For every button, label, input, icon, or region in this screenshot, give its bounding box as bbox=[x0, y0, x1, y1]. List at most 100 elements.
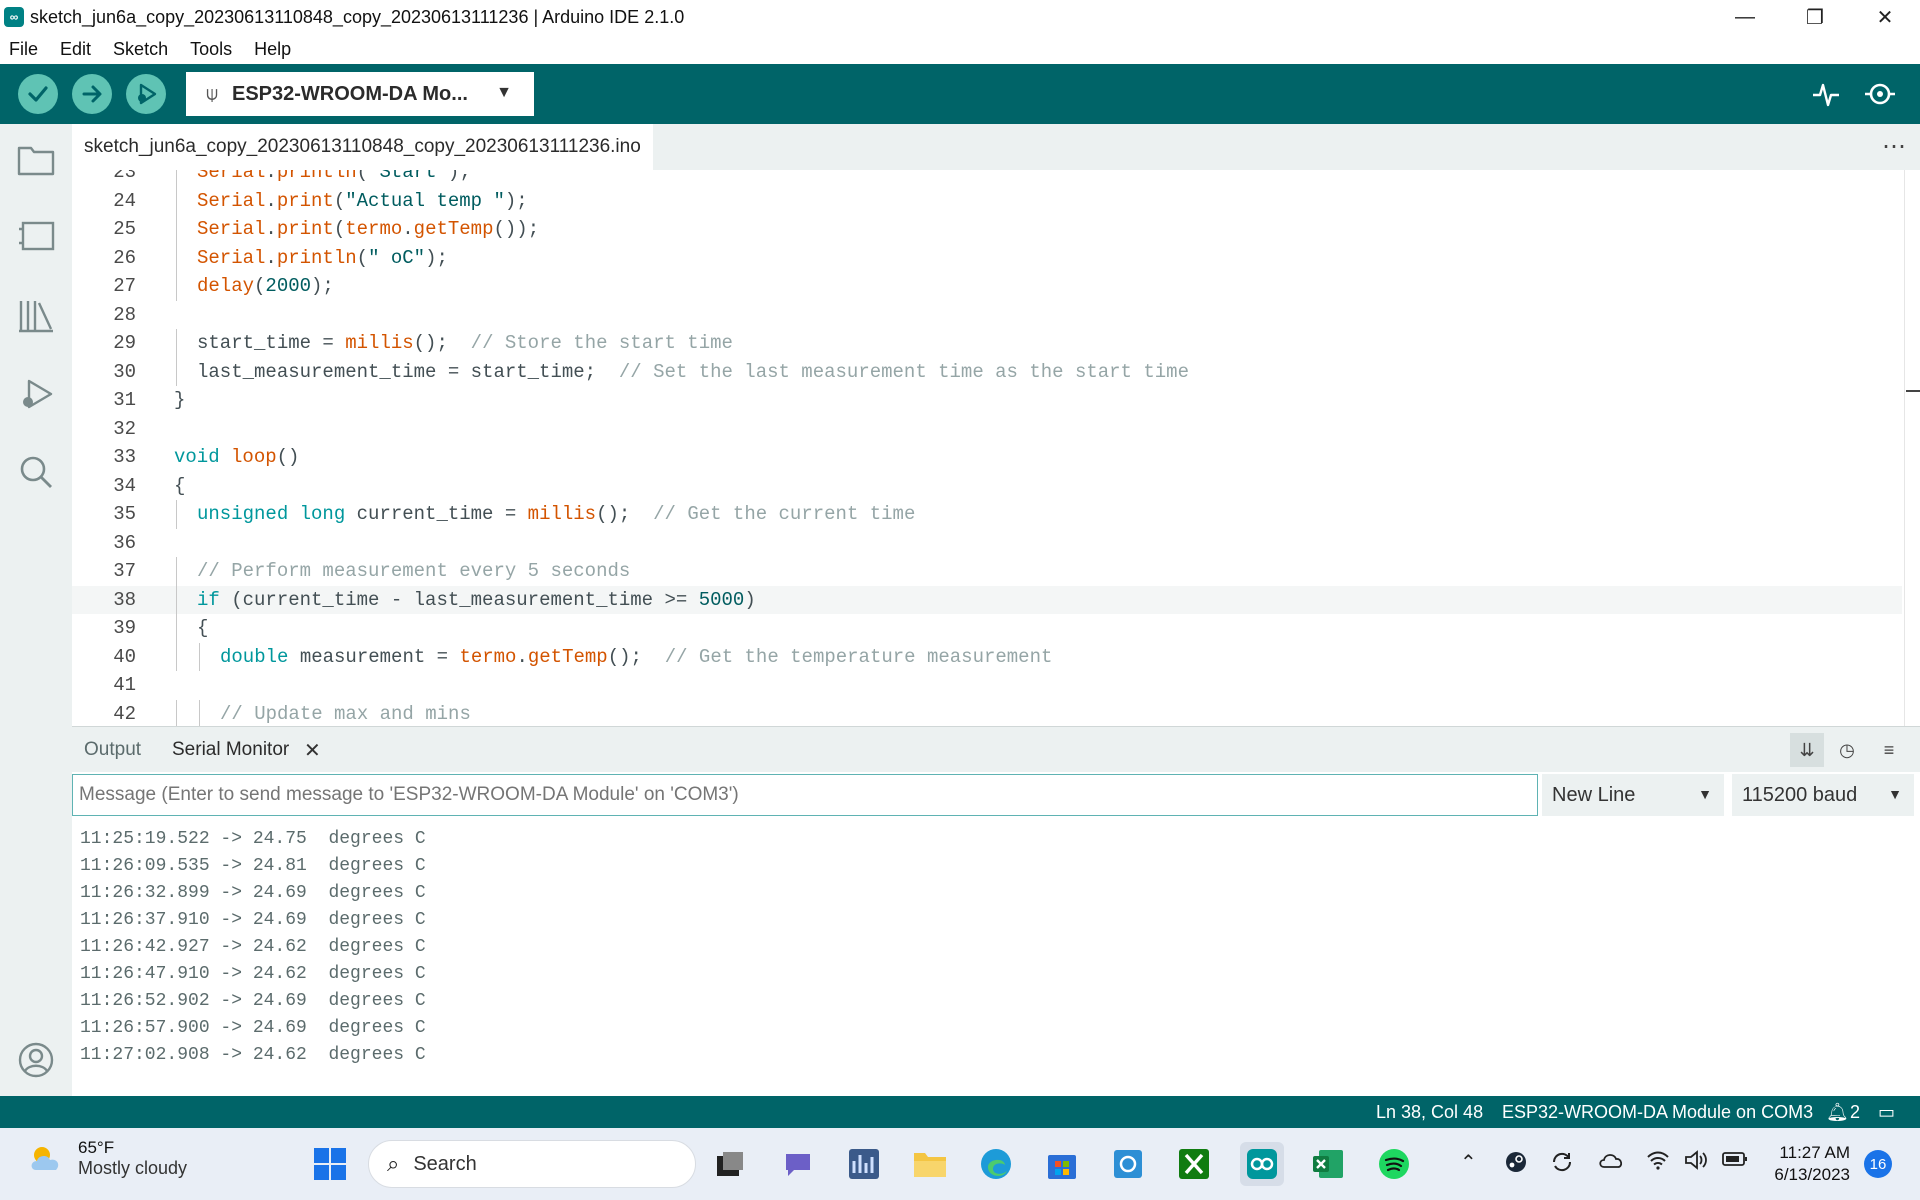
code-line[interactable]: 27 delay(2000); bbox=[72, 272, 1902, 301]
bell-icon[interactable]: 🔔︎ bbox=[1826, 1102, 1849, 1123]
photos-button[interactable] bbox=[1106, 1142, 1150, 1186]
code-line[interactable]: 40 double measurement = termo.getTemp(); … bbox=[72, 642, 1902, 671]
arduino-ide-taskbar-button[interactable] bbox=[1240, 1142, 1284, 1186]
code-line[interactable]: 34 { bbox=[72, 472, 1902, 500]
code-text: // Update max and mins bbox=[220, 703, 471, 725]
wifi-icon[interactable] bbox=[1646, 1150, 1670, 1176]
edge-browser-button[interactable] bbox=[974, 1142, 1018, 1186]
start-button[interactable] bbox=[308, 1142, 352, 1186]
code-line[interactable]: 35 unsigned long current_time = millis();… bbox=[72, 500, 1902, 529]
xbox-button[interactable] bbox=[1172, 1142, 1216, 1186]
code-token: (current_time - last_measurement_time >= bbox=[219, 588, 699, 611]
code-line[interactable]: 42 // Update max and mins bbox=[72, 699, 1902, 726]
code-line[interactable]: 23 Serial.println("Start"); bbox=[72, 170, 1902, 187]
sync-icon[interactable] bbox=[1550, 1150, 1574, 1180]
store-button[interactable] bbox=[1040, 1142, 1084, 1186]
verify-button[interactable] bbox=[18, 74, 58, 114]
indent-guide bbox=[176, 170, 177, 187]
upload-button[interactable] bbox=[72, 74, 112, 114]
teams-chat-button[interactable] bbox=[776, 1142, 820, 1186]
steam-icon[interactable] bbox=[1504, 1150, 1528, 1180]
menu-help[interactable]: Help bbox=[254, 39, 291, 60]
task-view-button[interactable] bbox=[708, 1142, 752, 1186]
maximize-button[interactable]: ❐ bbox=[1780, 0, 1850, 34]
code-line[interactable]: 38 if (current_time - last_measurement_ti… bbox=[72, 585, 1902, 614]
library-manager-button[interactable] bbox=[16, 296, 56, 336]
battery-icon[interactable] bbox=[1722, 1150, 1748, 1174]
close-button[interactable]: ✕ bbox=[1850, 0, 1920, 34]
excel-button[interactable] bbox=[1306, 1142, 1350, 1186]
code-editor[interactable]: 23 Serial.println("Start"); 24 Serial.print… bbox=[72, 170, 1920, 726]
menu-tools[interactable]: Tools bbox=[190, 39, 232, 60]
boards-manager-button[interactable] bbox=[16, 216, 56, 256]
arduino-icon bbox=[1247, 1149, 1277, 1179]
file-tab[interactable]: sketch_jun6a_copy_20230613110848_copy_20… bbox=[72, 124, 653, 170]
debug-panel-button[interactable] bbox=[16, 374, 56, 414]
system-clock[interactable]: 11:27 AM 6/13/2023 bbox=[1760, 1142, 1850, 1186]
spotify-button[interactable] bbox=[1372, 1142, 1416, 1186]
baud-rate-select[interactable]: 115200 baud ▼ bbox=[1732, 774, 1914, 816]
code-text: void loop() bbox=[174, 446, 299, 468]
volume-icon[interactable] bbox=[1684, 1150, 1708, 1176]
code-line[interactable]: 31} bbox=[72, 386, 1902, 414]
code-line[interactable]: 33 void loop() bbox=[72, 443, 1902, 471]
sketchbook-button[interactable] bbox=[16, 140, 56, 180]
code-line[interactable]: 26 Serial.println(" oC"); bbox=[72, 243, 1902, 272]
minimize-button[interactable]: — bbox=[1710, 0, 1780, 34]
editor-scrollbar[interactable] bbox=[1904, 170, 1920, 726]
code-line[interactable]: 28 bbox=[72, 301, 1902, 329]
code-line[interactable]: 36 bbox=[72, 529, 1902, 557]
code-line[interactable]: 37 // Perform measurement every 5 seconds bbox=[72, 557, 1902, 586]
code-line[interactable]: 32 bbox=[72, 415, 1902, 443]
menu-sketch[interactable]: Sketch bbox=[113, 39, 168, 60]
code-line[interactable]: 39 { bbox=[72, 614, 1902, 643]
autoscroll-button[interactable]: ⇊ bbox=[1790, 733, 1824, 767]
serial-plotter-button[interactable] bbox=[1808, 76, 1844, 112]
show-hidden-icons-button[interactable]: ⌃ bbox=[1460, 1150, 1477, 1175]
onedrive-icon[interactable] bbox=[1598, 1150, 1624, 1176]
tab-serial-monitor[interactable]: Serial Monitor bbox=[172, 739, 289, 761]
serial-output-line: 11:26:47.910 -> 24.62 degrees C bbox=[80, 964, 426, 984]
task-manager-button[interactable] bbox=[842, 1142, 886, 1186]
tab-output[interactable]: Output bbox=[84, 739, 141, 761]
edge-icon bbox=[981, 1149, 1011, 1179]
menu-edit[interactable]: Edit bbox=[60, 39, 91, 60]
line-ending-select[interactable]: New Line ▼ bbox=[1542, 774, 1724, 816]
board-port-status[interactable]: ESP32-WROOM-DA Module on COM3 bbox=[1502, 1102, 1813, 1123]
indent-guide bbox=[199, 699, 200, 726]
weather-widget[interactable]: 65°F Mostly cloudy bbox=[28, 1138, 187, 1179]
xbox-icon bbox=[1179, 1149, 1209, 1179]
code-line[interactable]: 30 last_measurement_time = start_time; //… bbox=[72, 357, 1902, 386]
debug-icon bbox=[138, 83, 157, 105]
menu-file[interactable]: File bbox=[9, 39, 38, 60]
code-line[interactable]: 29 start_time = millis(); // Store the st… bbox=[72, 329, 1902, 358]
clear-output-button[interactable]: ≡ bbox=[1872, 733, 1906, 767]
timestamp-toggle-button[interactable]: ◷ bbox=[1830, 733, 1864, 767]
search-panel-button[interactable] bbox=[16, 452, 56, 492]
board-selector[interactable]: ⍦ ESP32-WROOM-DA Mo... ▼ bbox=[186, 72, 534, 116]
board-icon bbox=[19, 221, 55, 251]
serial-message-input[interactable] bbox=[72, 774, 1538, 816]
library-icon bbox=[19, 301, 53, 333]
code-line[interactable]: 25 Serial.print(termo.getTemp()); bbox=[72, 215, 1902, 244]
account-button[interactable] bbox=[16, 1040, 56, 1080]
taskbar-search[interactable]: ⌕ Search bbox=[368, 1140, 696, 1188]
code-line[interactable]: 41 bbox=[72, 671, 1902, 699]
bottom-panel-tabs: Output Serial Monitor ✕ ⇊ ◷ ≡ bbox=[72, 726, 1920, 772]
code-line[interactable]: 24 Serial.print("Actual temp "); bbox=[72, 186, 1902, 215]
toolbar: ⍦ ESP32-WROOM-DA Mo... ▼ bbox=[0, 64, 1920, 124]
panel-toggle-icon[interactable]: ▭ bbox=[1878, 1102, 1895, 1123]
debug-button[interactable] bbox=[126, 74, 166, 114]
serial-monitor-button[interactable] bbox=[1862, 76, 1898, 112]
code-token: . bbox=[265, 246, 277, 269]
indent-guide bbox=[176, 557, 177, 586]
notification-badge[interactable]: 16 bbox=[1864, 1150, 1892, 1178]
code-token: termo bbox=[459, 645, 517, 668]
file-explorer-button[interactable] bbox=[908, 1142, 952, 1186]
cursor-position[interactable]: Ln 38, Col 48 bbox=[1376, 1102, 1483, 1123]
clock-date: 6/13/2023 bbox=[1774, 1165, 1850, 1184]
code-token: double bbox=[220, 645, 289, 668]
code-token: last_measurement_time = start_time; bbox=[197, 360, 619, 383]
close-tab-icon[interactable]: ✕ bbox=[304, 738, 321, 763]
more-options-button[interactable]: ⋯ bbox=[1882, 132, 1906, 161]
